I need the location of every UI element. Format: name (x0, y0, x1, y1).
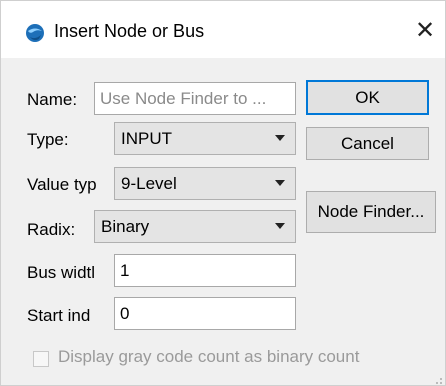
close-icon[interactable]: ✕ (409, 15, 441, 47)
insert-node-dialog: Insert Node or Bus ✕ Name: Use Node Find… (0, 0, 446, 386)
name-input[interactable]: Use Node Finder to ... (94, 82, 296, 115)
chevron-down-icon (275, 180, 285, 186)
value-type-select[interactable]: 9-Level (114, 167, 296, 200)
quartus-globe-icon (26, 24, 44, 42)
radix-select-value: Binary (101, 217, 150, 236)
name-input-placeholder: Use Node Finder to ... (100, 89, 267, 108)
radix-select[interactable]: Binary (94, 210, 296, 243)
bus-width-input[interactable]: 1 (114, 254, 296, 287)
bus-width-label: Bus widtl (27, 263, 96, 282)
node-finder-button[interactable]: Node Finder... (306, 191, 436, 233)
start-index-input[interactable]: 0 (114, 297, 296, 330)
cancel-button[interactable]: Cancel (306, 127, 429, 160)
chevron-down-icon (275, 135, 285, 141)
ok-button[interactable]: OK (306, 80, 429, 115)
bus-width-value: 1 (120, 261, 130, 280)
start-index-label: Start ind (27, 306, 91, 325)
gray-code-checkbox-label: Display gray code count as binary count (58, 347, 360, 366)
chevron-down-icon (275, 223, 285, 229)
value-type-label: Value typ (27, 175, 97, 194)
type-label: Type: (27, 130, 69, 149)
name-label: Name: (27, 90, 78, 109)
start-index-value: 0 (120, 304, 130, 323)
dialog-title: Insert Node or Bus (54, 21, 205, 41)
type-select-value: INPUT (121, 129, 172, 148)
type-select[interactable]: INPUT (114, 122, 296, 155)
title-bar: Insert Node or Bus ✕ (1, 1, 445, 58)
resize-grip-icon[interactable] (431, 373, 443, 385)
radix-label: Radix: (27, 220, 76, 239)
value-type-select-value: 9-Level (121, 174, 177, 193)
gray-code-checkbox[interactable] (33, 351, 49, 367)
